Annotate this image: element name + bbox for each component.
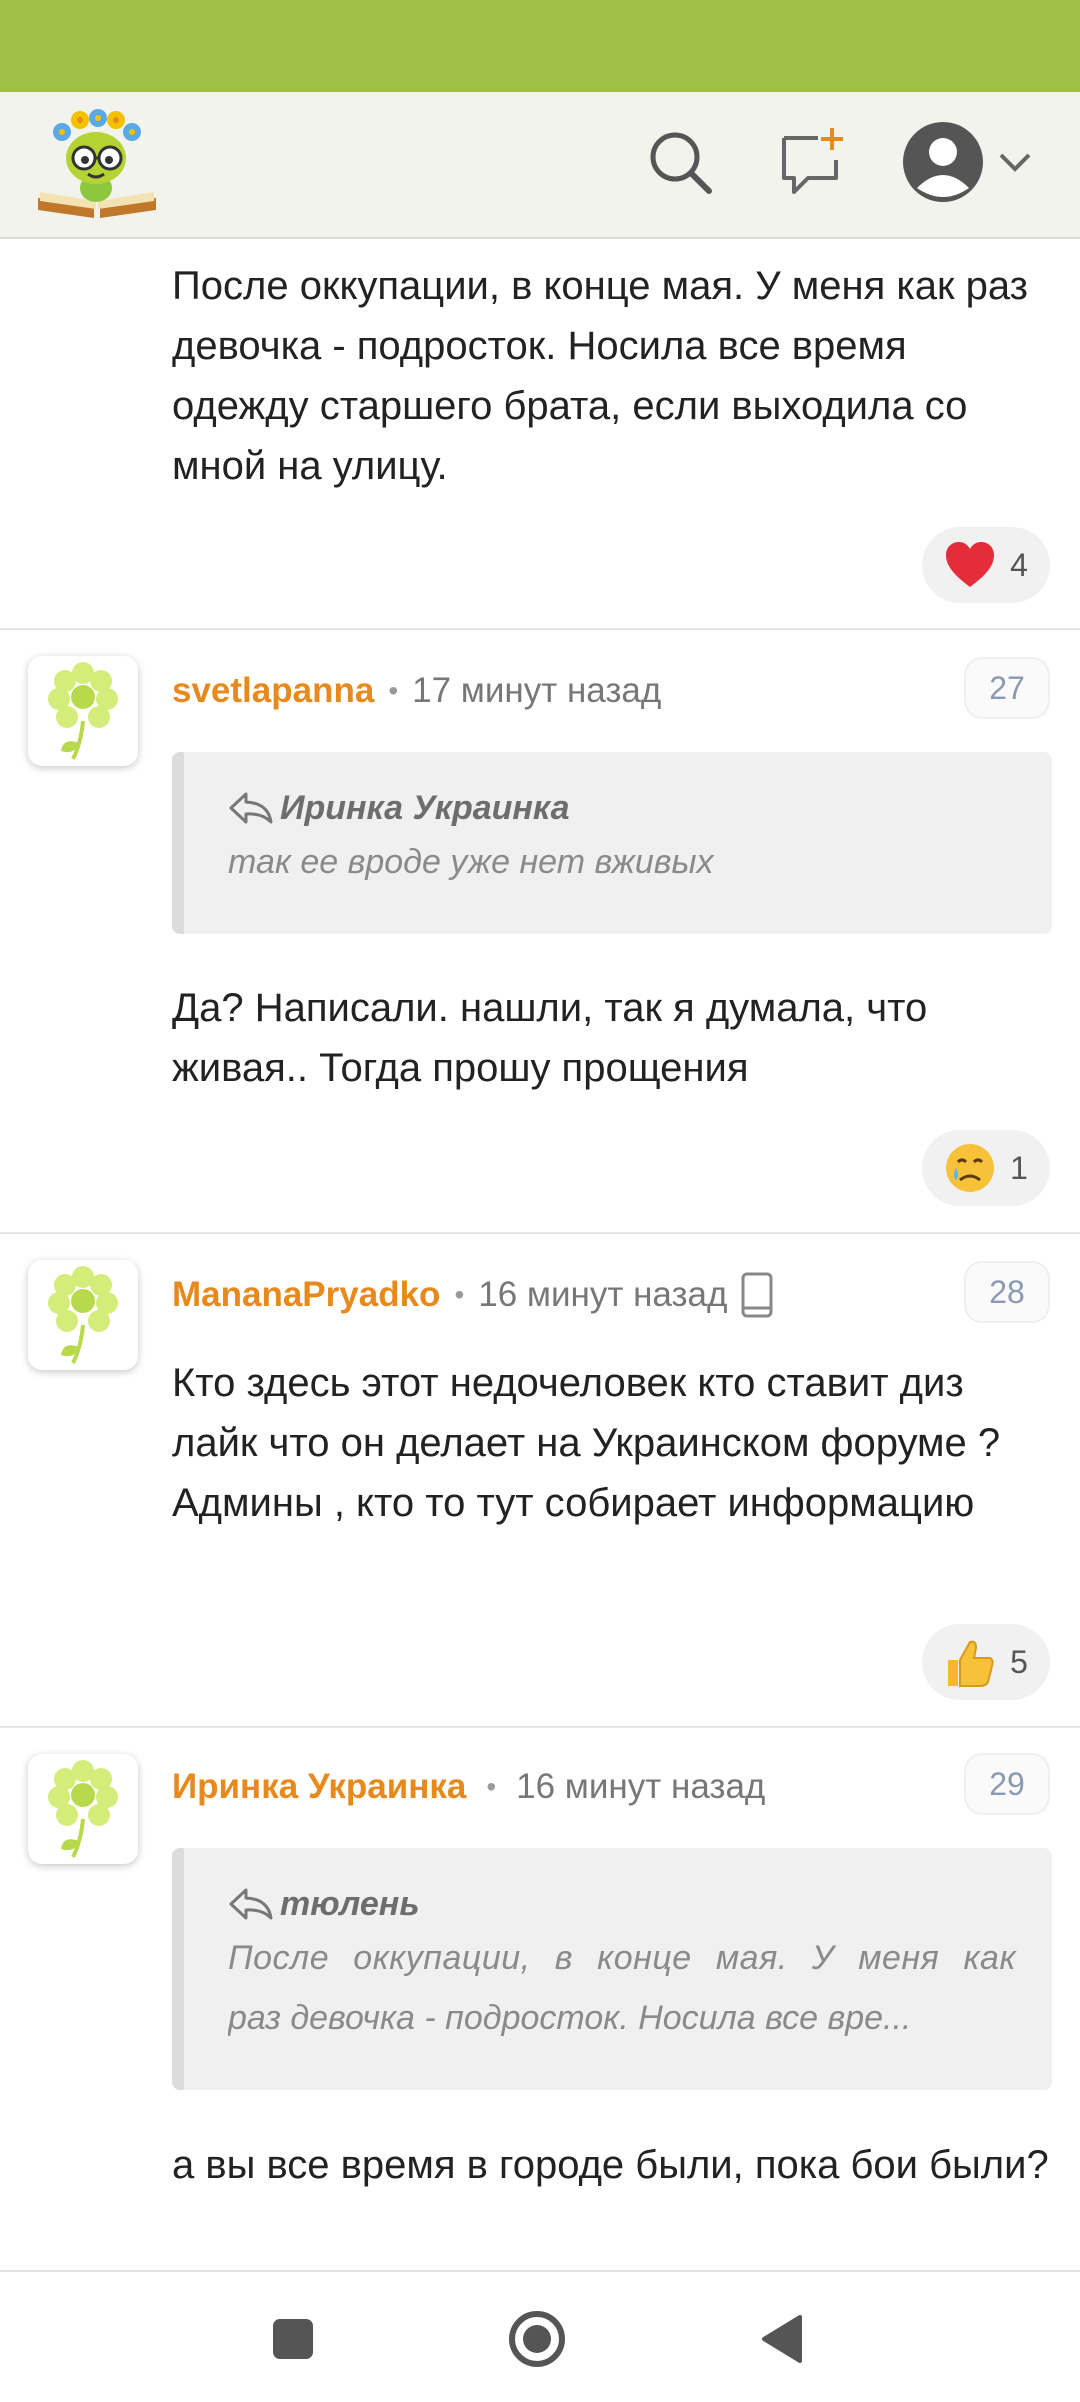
system-nav-bar [0,2270,1080,2402]
search-icon [650,132,712,194]
back-button[interactable] [746,2304,816,2374]
quote-block[interactable]: Иринка Украинка так ее вроде уже нет вжи… [172,752,1052,934]
quote-author: тюлень [228,1882,1016,1926]
site-logo[interactable] [34,106,160,220]
reaction-count: 1 [1010,1149,1028,1186]
quote-text: раз девочка - подросток. Носила все вре.… [228,1999,912,2037]
separator-dot: • [486,1771,497,1802]
comment-text: Кто здесь этот недочеловек кто ставит ди… [172,1361,1001,1525]
profile-icon [903,122,983,202]
reply-icon [229,1888,273,1920]
comment-text: После оккупации, в конце мая. У меня как… [172,264,1028,488]
quote-text: так ее вроде уже нет вживых [228,843,714,881]
thumbs-up-icon [948,1640,994,1687]
quote-block[interactable]: тюлень После оккупации, в конце мая. У м… [172,1848,1052,2090]
square-icon [273,2319,313,2359]
status-bar [0,0,1080,92]
quote-author: Иринка Украинка [228,786,1016,830]
comment-author[interactable]: MananaPryadko [172,1275,440,1315]
comment-author[interactable]: Иринка Украинка [172,1767,466,1807]
reaction-count: 5 [1010,1643,1028,1680]
home-button[interactable] [502,2304,572,2374]
comment-time: 17 минут назад [412,671,662,710]
mobile-phone-icon [741,1272,773,1318]
back-triangle-icon [762,2315,802,2363]
separator-dot: • [454,1279,465,1310]
separator-dot: • [388,675,399,706]
app-header [0,92,1080,239]
comment-text: Да? Написали. нашли, так я думала, что ж… [172,986,928,1090]
divider [0,1726,1080,1728]
comment-time: 16 минут назад [478,1275,728,1314]
flower-avatar-icon [48,1760,118,1858]
crying-face-icon [946,1144,995,1192]
avatar[interactable] [28,656,138,766]
reaction-button[interactable]: 4 [922,527,1050,603]
reaction-button[interactable]: 1 [922,1130,1050,1206]
avatar[interactable] [28,1754,138,1864]
comment-author[interactable]: svetlapanna [172,671,374,711]
profile-menu-button[interactable] [898,122,1038,202]
comment-text: а вы все время в городе были, пока бои б… [172,2143,1049,2187]
comment-meta: MananaPryadko • 16 минут назад [172,1265,773,1325]
flower-avatar-icon [48,662,118,760]
home-circle-icon [509,2311,565,2367]
heart-icon [946,542,995,587]
new-post-icon [782,128,843,194]
search-button[interactable] [640,122,720,202]
divider [0,628,1080,630]
reaction-count: 4 [1010,546,1028,583]
chevron-down-icon [999,153,1031,172]
comment-meta: Иринка Украинка • 16 минут назад [172,1757,765,1817]
recent-apps-button[interactable] [258,2304,328,2374]
comment-time: 16 минут назад [516,1767,766,1806]
new-post-button[interactable] [772,122,852,202]
avatar[interactable] [28,1260,138,1370]
reply-icon [229,792,273,824]
comment-meta: svetlapanna • 17 минут назад [172,661,661,721]
flower-avatar-icon [48,1266,118,1364]
quote-text: После оккупации, в конце мая. У меня как [228,1939,1016,1977]
comment-number[interactable]: 29 [964,1753,1050,1815]
divider [0,1232,1080,1234]
reaction-button[interactable]: 5 [922,1624,1050,1700]
comment-number[interactable]: 27 [964,657,1050,719]
comment-number[interactable]: 28 [964,1261,1050,1323]
